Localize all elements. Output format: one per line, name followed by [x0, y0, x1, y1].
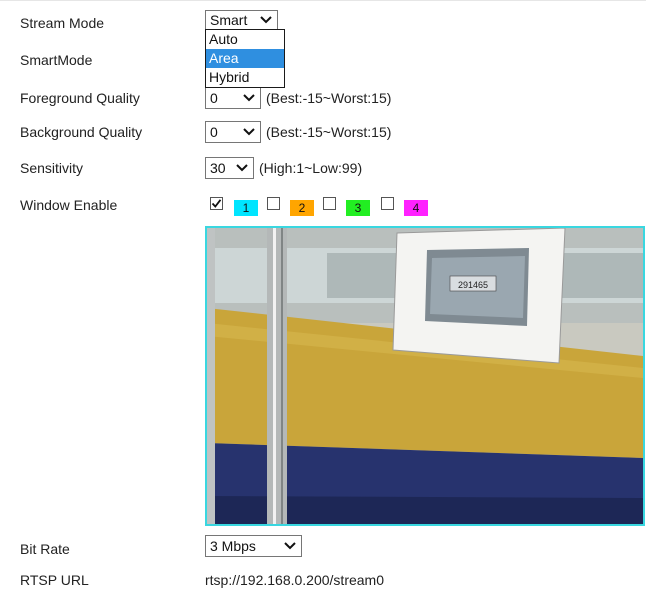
window-2-swatch: 2	[290, 200, 314, 216]
smart-mode-option-auto[interactable]: Auto	[206, 30, 284, 49]
license-plate-text: 291465	[458, 280, 488, 290]
foreground-quality-value: 0	[210, 90, 218, 106]
sensitivity-label: Sensitivity	[20, 160, 84, 176]
settings-panel: Stream Mode SmartMode Foreground Quality…	[0, 0, 646, 594]
checkmark-icon	[211, 199, 222, 208]
stream-mode-select[interactable]: Smart	[205, 10, 278, 30]
background-quality-label: Background Quality	[20, 124, 143, 140]
rtsp-url-label: RTSP URL	[20, 572, 89, 588]
chevron-down-icon	[258, 12, 274, 28]
sensitivity-select[interactable]: 30	[205, 157, 254, 179]
rtsp-url-value: rtsp://192.168.0.200/stream0	[205, 572, 384, 588]
foreground-quality-label: Foreground Quality	[20, 90, 140, 106]
sensitivity-hint: (High:1~Low:99)	[259, 160, 363, 176]
background-quality-select[interactable]: 0	[205, 121, 261, 143]
window-enable-label: Window Enable	[20, 197, 118, 213]
chevron-down-icon	[282, 538, 298, 554]
foreground-quality-select[interactable]: 0	[205, 87, 261, 109]
smart-mode-dropdown[interactable]: Auto Area Hybrid	[205, 29, 285, 88]
chevron-down-icon	[234, 160, 250, 176]
background-quality-hint: (Best:-15~Worst:15)	[266, 124, 392, 140]
bit-rate-select[interactable]: 3 Mbps	[205, 535, 302, 557]
smart-mode-option-hybrid[interactable]: Hybrid	[206, 68, 284, 87]
camera-scene: 291465	[207, 228, 643, 524]
smart-mode-label: SmartMode	[20, 52, 93, 68]
window-2-checkbox[interactable]	[267, 197, 280, 210]
bit-rate-value: 3 Mbps	[210, 538, 256, 554]
video-preview[interactable]: 291465	[205, 226, 645, 526]
window-4-swatch: 4	[404, 200, 428, 216]
smart-mode-option-area[interactable]: Area	[206, 49, 284, 68]
window-1-swatch: 1	[234, 200, 258, 216]
window-4-checkbox[interactable]	[381, 197, 394, 210]
background-quality-value: 0	[210, 124, 218, 140]
sensitivity-value: 30	[210, 160, 226, 176]
bit-rate-label: Bit Rate	[20, 541, 70, 557]
foreground-quality-hint: (Best:-15~Worst:15)	[266, 90, 392, 106]
chevron-down-icon	[241, 90, 257, 106]
chevron-down-icon	[241, 124, 257, 140]
stream-mode-label: Stream Mode	[20, 15, 105, 31]
window-3-checkbox[interactable]	[323, 197, 336, 210]
window-1-checkbox[interactable]	[210, 197, 223, 210]
window-3-swatch: 3	[346, 200, 370, 216]
stream-mode-value: Smart	[210, 12, 248, 28]
